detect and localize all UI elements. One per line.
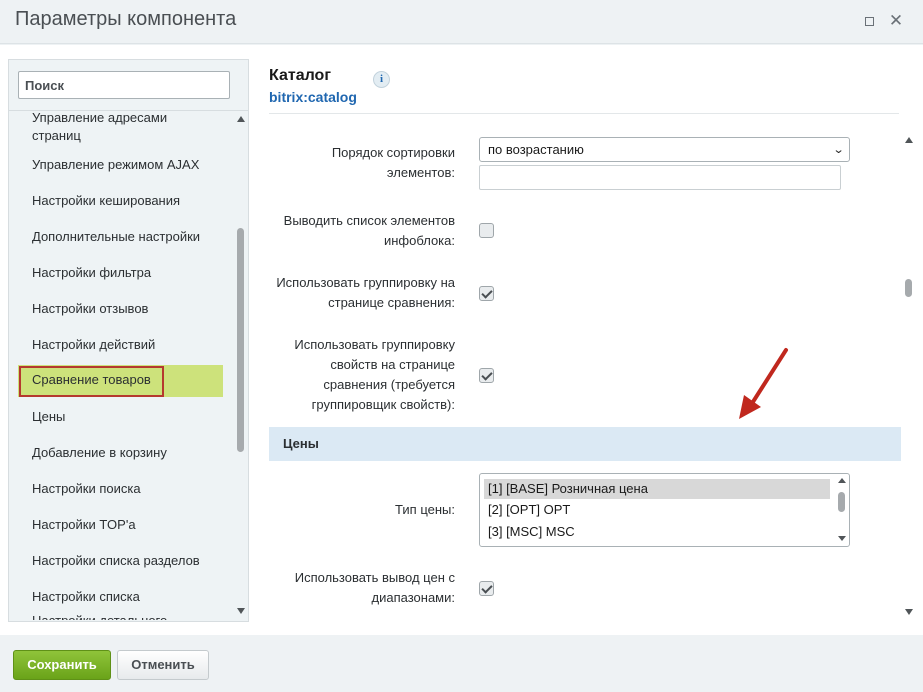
annotation-arrow-head	[739, 395, 761, 419]
sidebar-item-search[interactable]: Настройки поиска	[32, 480, 141, 498]
compare-grouping-label: Использовать группировку на странице сра…	[276, 275, 455, 310]
component-title: Каталог	[269, 67, 331, 84]
sidebar-item-add-to-cart[interactable]: Добавление в корзину	[32, 444, 167, 462]
annotation-arrow	[739, 348, 788, 419]
price-type-listbox[interactable]: [1] [BASE] Розничная цена [2] [OPT] OPT …	[479, 473, 850, 547]
scrollbar-thumb[interactable]	[905, 279, 912, 297]
price-type-option[interactable]: [3] [MSC] MSC	[484, 522, 830, 542]
sidebar-item-prices[interactable]: Цены	[32, 408, 65, 426]
listbox-scrollbar[interactable]	[835, 474, 849, 546]
window-titlebar: Параметры компонента ✕	[0, 0, 923, 44]
chevron-down-icon: ⌄	[832, 144, 845, 156]
sidebar-item-additional[interactable]: Дополнительные настройки	[32, 228, 200, 246]
sidebar-item-actions[interactable]: Настройки действий	[32, 336, 155, 354]
component-settings-panel: Каталог i bitrix:catalog Порядок сортиро…	[257, 45, 923, 635]
close-icon[interactable]: ✕	[888, 12, 904, 29]
scroll-down-icon[interactable]	[237, 608, 245, 614]
cancel-button[interactable]: Отменить	[117, 650, 209, 680]
scroll-up-icon[interactable]	[237, 116, 245, 122]
price-ranges-checkbox[interactable]	[479, 581, 494, 596]
save-button[interactable]: Сохранить	[13, 650, 111, 680]
sort-order-select[interactable]: по возрастанию ⌄	[479, 137, 850, 162]
props-grouping-checkbox[interactable]	[479, 368, 494, 383]
scroll-down-icon[interactable]	[905, 609, 913, 615]
price-type-option[interactable]: [1] [BASE] Розничная цена	[484, 479, 830, 499]
sidebar-item-url-management[interactable]: Управление адресами страниц	[32, 112, 212, 145]
scroll-up-icon[interactable]	[905, 137, 913, 143]
sidebar-item-cache[interactable]: Настройки кеширования	[32, 192, 180, 210]
show-iblock-list-label: Выводить список элементов инфоблока:	[283, 213, 455, 248]
sidebar-nav-list: Управление адресами страниц Управление р…	[9, 112, 233, 620]
sidebar-item-filter[interactable]: Настройки фильтра	[32, 264, 151, 282]
scrollbar-thumb[interactable]	[838, 492, 845, 512]
sidebar-item-compare[interactable]: Сравнение товаров	[32, 372, 151, 387]
main-scrollbar[interactable]	[902, 135, 916, 620]
settings-sidebar: Управление адресами страниц Управление р…	[8, 59, 249, 622]
section-prices-header[interactable]: Цены	[269, 427, 901, 461]
price-type-option[interactable]: [2] [OPT] OPT	[484, 500, 830, 520]
scroll-down-icon[interactable]	[838, 536, 846, 541]
dialog-content: Управление адресами страниц Управление р…	[0, 45, 923, 635]
sidebar-item-ajax[interactable]: Управление режимом AJAX	[32, 156, 199, 174]
show-iblock-list-checkbox[interactable]	[479, 223, 494, 238]
component-code: bitrix:catalog	[269, 89, 357, 105]
sidebar-item-section-list[interactable]: Настройки списка разделов	[32, 552, 200, 570]
window-title: Параметры компонента	[15, 8, 237, 30]
price-type-label: Тип цены:	[395, 502, 455, 517]
sidebar-divider	[9, 110, 248, 111]
sidebar-item-reviews[interactable]: Настройки отзывов	[32, 300, 148, 318]
maximize-icon[interactable]	[861, 13, 877, 29]
annotation-arrow-shaft	[749, 348, 788, 407]
info-icon[interactable]: i	[373, 71, 390, 88]
header-divider	[269, 113, 899, 114]
search-input[interactable]	[18, 71, 230, 99]
scroll-up-icon[interactable]	[838, 478, 846, 483]
props-grouping-label: Использовать группировку свойств на стра…	[294, 337, 455, 412]
compare-grouping-checkbox[interactable]	[479, 286, 494, 301]
price-ranges-label: Использовать вывод цен с диапазонами:	[294, 570, 455, 605]
sidebar-item-list[interactable]: Настройки списка	[32, 588, 140, 606]
sidebar-item-detail[interactable]: Настройки детального	[32, 612, 167, 620]
sidebar-item-top[interactable]: Настройки TOP'a	[32, 516, 136, 534]
dialog-footer: Сохранить Отменить	[0, 635, 923, 692]
sort-order-extra-input[interactable]	[479, 165, 841, 190]
sidebar-scrollbar[interactable]	[234, 112, 248, 620]
scrollbar-thumb[interactable]	[237, 228, 244, 452]
sort-order-label: Порядок сортировки элементов:	[331, 145, 455, 180]
